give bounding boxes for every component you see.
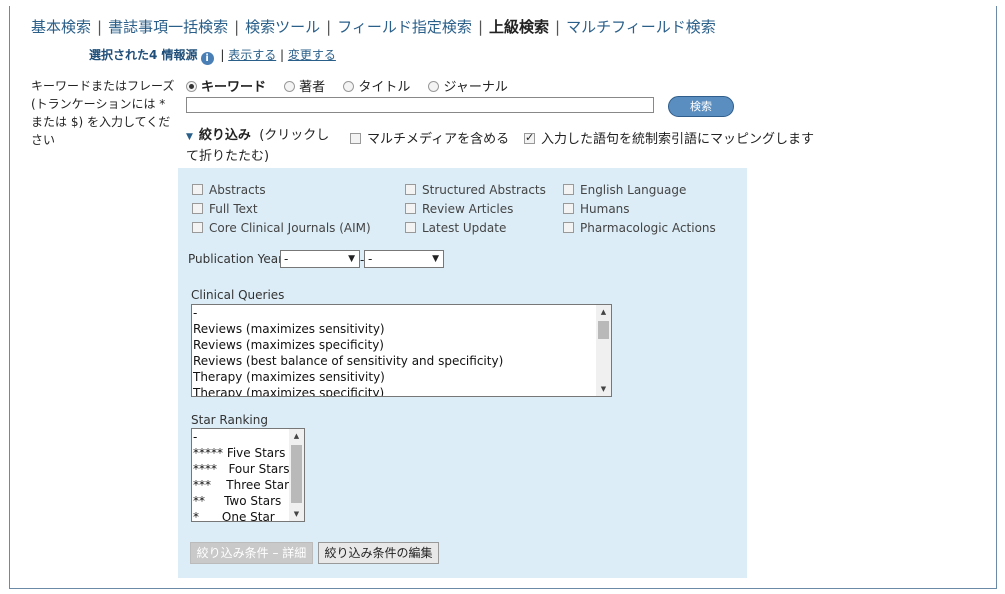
edit-limits-button[interactable]: 絞り込み条件の編集 (318, 542, 439, 564)
limit-structured-abstracts[interactable]: Structured Abstracts (405, 183, 546, 197)
collapse-triangle-icon[interactable]: ▼ (186, 132, 193, 142)
scrollbar-thumb[interactable] (291, 445, 302, 503)
clinical-query-option[interactable]: Reviews (best balance of sensitivity and… (193, 353, 595, 369)
radio-keyword[interactable]: キーワード (186, 80, 266, 95)
clinical-query-option[interactable]: Reviews (maximizes sensitivity) (193, 321, 595, 337)
nav-search-tools[interactable]: 検索ツール (245, 18, 320, 36)
search-button[interactable]: 検索 (668, 96, 734, 117)
star-ranking-label: Star Ranking (191, 413, 268, 427)
limit-humans-checkbox[interactable] (563, 203, 574, 214)
info-icon[interactable]: i (200, 52, 214, 65)
selected-sources-bar: 選択された4 情報源 i | 表示する | 変更する (89, 48, 336, 65)
scroll-down-arrow-icon[interactable]: ▼ (289, 507, 304, 521)
limits-heading: 絞り込み (198, 128, 251, 143)
star-ranking-option[interactable]: ***** Five Stars (193, 445, 288, 461)
dropdown-arrow-icon: ▼ (432, 254, 439, 264)
clinical-query-option[interactable]: Therapy (maximizes specificity) (193, 385, 595, 396)
scroll-down-arrow-icon[interactable]: ▼ (596, 382, 611, 396)
radio-journal[interactable]: ジャーナル (428, 80, 508, 95)
radio-title[interactable]: タイトル (343, 80, 410, 95)
limit-core-clinical-journals[interactable]: Core Clinical Journals (AIM) (192, 221, 371, 235)
limit-full-text[interactable]: Full Text (192, 202, 258, 216)
nav-citation-batch-search[interactable]: 書誌事項一括検索 (108, 18, 228, 36)
limit-structured-abstracts-checkbox[interactable] (405, 184, 416, 195)
limit-pharmacologic-actions[interactable]: Pharmacologic Actions (563, 221, 716, 235)
nav-field-search[interactable]: フィールド指定検索 (337, 18, 472, 36)
star-ranking-option[interactable]: ** Two Stars (193, 493, 288, 509)
limit-latest-update[interactable]: Latest Update (405, 221, 506, 235)
radio-keyword-circle[interactable] (186, 81, 197, 92)
search-field-radio-group: キーワード 著者 タイトル ジャーナル (186, 76, 522, 95)
map-to-subject-heading-option[interactable]: 入力した語句を統制索引語にマッピングします (524, 128, 814, 147)
publication-year-from-select[interactable]: - ▼ (280, 250, 360, 268)
change-sources-link[interactable]: 変更する (288, 48, 336, 62)
star-ranking-option[interactable]: *** Three Stars (193, 477, 295, 493)
star-ranking-listbox[interactable]: - ***** Five Stars **** Four Stars *** T… (191, 428, 305, 522)
limit-pharmacologic-actions-checkbox[interactable] (563, 222, 574, 233)
limit-full-text-checkbox[interactable] (192, 203, 203, 214)
include-multimedia-option[interactable]: マルチメディアを含める (350, 128, 509, 147)
publication-year-label: Publication Year (188, 252, 284, 266)
selected-sources-label: 選択された4 情報源 (89, 48, 198, 62)
star-ranking-option[interactable]: **** Four Stars (193, 461, 289, 477)
limit-core-clinical-journals-checkbox[interactable] (192, 222, 203, 233)
limit-review-articles[interactable]: Review Articles (405, 202, 513, 216)
limit-english-language-checkbox[interactable] (563, 184, 574, 195)
limits-details-button[interactable]: 絞り込み条件 – 詳細 (190, 542, 313, 564)
clinical-queries-label: Clinical Queries (191, 288, 285, 302)
clinical-query-option[interactable]: Therapy (maximizes sensitivity) (193, 369, 595, 385)
dropdown-arrow-icon: ▼ (348, 254, 355, 264)
radio-title-circle[interactable] (343, 81, 355, 92)
nav-advanced-search[interactable]: 上級検索 (489, 18, 549, 36)
limits-toggle[interactable]: ▼ 絞り込み (クリックして折りたたむ) (186, 126, 336, 166)
limit-english-language[interactable]: English Language (563, 183, 686, 197)
limit-latest-update-checkbox[interactable] (405, 222, 416, 233)
scroll-up-arrow-icon[interactable]: ▲ (289, 429, 304, 443)
clinical-queries-scrollbar[interactable]: ▲ ▼ (596, 305, 611, 396)
limit-abstracts-checkbox[interactable] (192, 184, 203, 195)
clinical-query-option[interactable]: - (193, 305, 595, 321)
scroll-up-arrow-icon[interactable]: ▲ (596, 305, 611, 319)
search-input[interactable] (186, 97, 654, 113)
search-instructions: キーワードまたはフレーズ (トランケーションには * または $) を入力してく… (31, 79, 175, 147)
nav-basic-search[interactable]: 基本検索 (31, 18, 91, 36)
star-ranking-option[interactable]: * One Star (193, 509, 288, 521)
limit-humans[interactable]: Humans (563, 202, 630, 216)
show-sources-link[interactable]: 表示する (228, 48, 276, 62)
clinical-query-option[interactable]: Reviews (maximizes specificity) (193, 337, 595, 353)
star-ranking-option[interactable]: - (193, 429, 288, 445)
clinical-queries-listbox[interactable]: - Reviews (maximizes sensitivity) Review… (191, 304, 612, 397)
limit-review-articles-checkbox[interactable] (405, 203, 416, 214)
limit-abstracts[interactable]: Abstracts (192, 183, 266, 197)
radio-journal-circle[interactable] (428, 81, 440, 92)
nav-multifield-search[interactable]: マルチフィールド検索 (566, 18, 716, 36)
radio-author-circle[interactable] (284, 81, 296, 92)
star-ranking-scrollbar[interactable]: ▲ ▼ (289, 429, 304, 521)
search-mode-nav: 基本検索 | 書誌事項一括検索 | 検索ツール | フィールド指定検索 | 上級検索 | マルチフィ… (31, 18, 716, 36)
map-to-subject-heading-checkbox[interactable] (524, 131, 535, 144)
publication-year-to-select[interactable]: - ▼ (364, 250, 444, 268)
radio-author[interactable]: 著者 (284, 80, 325, 95)
scrollbar-thumb[interactable] (598, 321, 609, 339)
include-multimedia-checkbox[interactable] (350, 133, 361, 144)
